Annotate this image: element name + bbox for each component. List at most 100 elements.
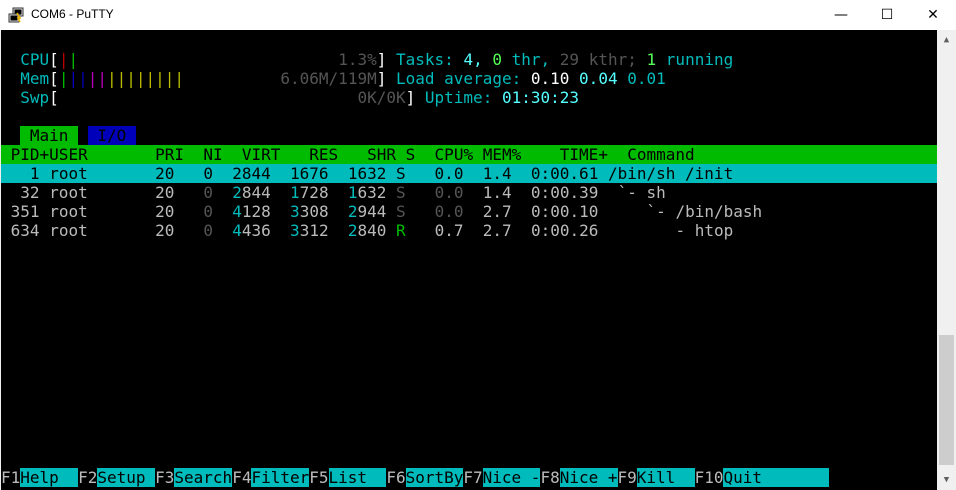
process-mem: 2.7 <box>482 202 512 221</box>
fkey-setup-button[interactable]: Setup <box>97 468 156 487</box>
cpu-open-bracket: [ <box>49 50 59 69</box>
column-pid[interactable] <box>1 145 11 164</box>
process-pri: 20 <box>155 183 175 202</box>
uptime-value: 01:30:23 <box>501 88 580 107</box>
swap-value-total: /0K <box>376 88 406 107</box>
column-pri[interactable]: PRI <box>155 145 184 164</box>
mem-bar-used: | <box>58 69 69 88</box>
process-pid: 1 <box>29 164 40 183</box>
process-pid: 351 <box>10 202 40 221</box>
column-shr[interactable]: SHR <box>367 145 396 164</box>
column-state[interactable]: S <box>406 145 416 164</box>
process-shr: 1632 <box>347 164 387 183</box>
process-ni: 0 <box>203 221 213 240</box>
cpu-bar-kernel: | <box>58 50 69 69</box>
running-label: running <box>665 50 734 69</box>
scroll-thumb[interactable] <box>939 335 954 465</box>
thread-label: thr, <box>511 50 551 69</box>
process-pri: 20 <box>155 221 175 240</box>
process-state: R <box>396 221 406 240</box>
close-button[interactable]: ✕ <box>910 0 956 30</box>
swap-open-bracket: [ <box>49 88 59 107</box>
fkey-help-button[interactable]: Help <box>20 468 79 487</box>
kthread-count: 29 <box>559 50 580 69</box>
process-virt: 436 <box>241 221 271 240</box>
process-cpu: 0.0 <box>434 202 464 221</box>
mem-close-bracket: ] <box>376 69 387 88</box>
process-row-selected[interactable]: 1 root 20 0 2844 1676 1632 S 0.0 1.4 0:0… <box>1 164 937 183</box>
mem-open-bracket: [ <box>49 69 59 88</box>
fkey-f6-key[interactable]: F6 <box>386 468 406 487</box>
column-mem[interactable]: MEM% <box>483 145 522 164</box>
process-row[interactable]: 351 root 20 0 4128 3308 2944 S 0.0 2.7 0… <box>1 202 763 221</box>
process-ni: 0 <box>203 183 213 202</box>
process-command: /bin/bash <box>675 202 763 221</box>
swap-meter: Swp[ 0K/0K] Uptime: 01:30:23 <box>1 88 579 107</box>
column-time[interactable]: TIME+ <box>560 145 608 164</box>
fkey-sortby-button[interactable]: SortBy <box>405 468 464 487</box>
maximize-button[interactable]: ☐ <box>864 0 910 30</box>
fkey-filter-button[interactable]: Filter <box>251 468 310 487</box>
vertical-scrollbar[interactable]: ▲ ▼ <box>937 30 956 490</box>
mem-bar-cache: |||||||| <box>106 69 185 88</box>
column-user[interactable]: USER <box>49 145 88 164</box>
tasks-count: 4, <box>463 50 483 69</box>
column-pid-label[interactable]: PID+ <box>11 145 50 164</box>
process-user: root <box>49 221 88 240</box>
fkey-nice-plus-button[interactable]: Nice + <box>559 468 618 487</box>
fkey-nice-minus-button[interactable]: Nice - <box>482 468 541 487</box>
cpu-bar-user: | <box>68 50 79 69</box>
process-pid: 634 <box>10 221 40 240</box>
process-state: S <box>396 164 406 183</box>
column-virt[interactable]: VIRT <box>242 145 281 164</box>
process-virt: 844 <box>241 183 271 202</box>
column-command[interactable]: Command <box>627 145 694 164</box>
fkey-list-button[interactable]: List <box>328 468 387 487</box>
mem-bar-buffers: || <box>68 69 88 88</box>
scroll-down-arrow-icon[interactable]: ▼ <box>937 470 956 490</box>
fkey-f3-key[interactable]: F3 <box>155 468 175 487</box>
fkey-f4-key[interactable]: F4 <box>232 468 252 487</box>
fkey-quit-button[interactable]: Quit <box>723 468 830 487</box>
running-count: 1 <box>646 50 657 69</box>
column-res[interactable]: RES <box>309 145 338 164</box>
process-user: root <box>49 164 88 183</box>
process-command: sh <box>646 183 666 202</box>
fkey-f5-key[interactable]: F5 <box>309 468 329 487</box>
fkey-kill-button[interactable]: Kill <box>636 468 695 487</box>
fkey-f8-key[interactable]: F8 <box>540 468 560 487</box>
process-mem: 1.4 <box>482 164 512 183</box>
terminal-area[interactable]: CPU[|| 1.3%] Tasks: 4, 0 thr, 29 kthr; 1… <box>1 30 937 490</box>
process-shr-high: 2 <box>347 221 358 240</box>
fkey-f1-key[interactable]: F1 <box>1 468 21 487</box>
process-pri: 20 <box>155 164 175 183</box>
tab-io[interactable]: I/O <box>87 126 136 145</box>
process-cpu: 0.0 <box>434 183 464 202</box>
mem-value-total: /119M <box>328 69 377 88</box>
process-shr-high: 2 <box>347 202 358 221</box>
fkey-f9-key[interactable]: F9 <box>617 468 637 487</box>
minimize-button[interactable]: — <box>818 0 864 30</box>
fkey-f2-key[interactable]: F2 <box>78 468 98 487</box>
process-time: 0:00.39 <box>530 183 599 202</box>
cpu-label: CPU <box>20 50 50 69</box>
process-row[interactable]: 32 root 20 0 2844 1728 1632 S 0.0 1.4 0:… <box>1 183 666 202</box>
cpu-meter: CPU[|| 1.3%] Tasks: 4, 0 thr, 29 kthr; 1… <box>1 50 733 69</box>
fkey-f7-key[interactable]: F7 <box>463 468 483 487</box>
fkey-search-button[interactable]: Search <box>174 468 233 487</box>
process-command: htop <box>694 221 734 240</box>
tab-main[interactable]: Main <box>20 126 79 145</box>
title-bar[interactable]: COM6 - PuTTY — ☐ ✕ <box>0 0 956 30</box>
window-title: COM6 - PuTTY <box>31 7 114 21</box>
uptime-label: Uptime: <box>424 88 493 107</box>
scroll-up-arrow-icon[interactable]: ▲ <box>937 30 956 50</box>
fkey-f10-key[interactable]: F10 <box>694 468 724 487</box>
process-row[interactable]: 634 root 20 0 4436 3312 2840 R 0.7 2.7 0… <box>1 221 734 240</box>
process-res: 308 <box>299 202 329 221</box>
process-ni: 0 <box>203 164 213 183</box>
swap-label: Swp <box>20 88 50 107</box>
column-cpu[interactable]: CPU% <box>435 145 474 164</box>
load-label: Load average: <box>396 69 522 88</box>
column-ni[interactable]: NI <box>203 145 222 164</box>
cpu-close-bracket: ] <box>376 50 387 69</box>
